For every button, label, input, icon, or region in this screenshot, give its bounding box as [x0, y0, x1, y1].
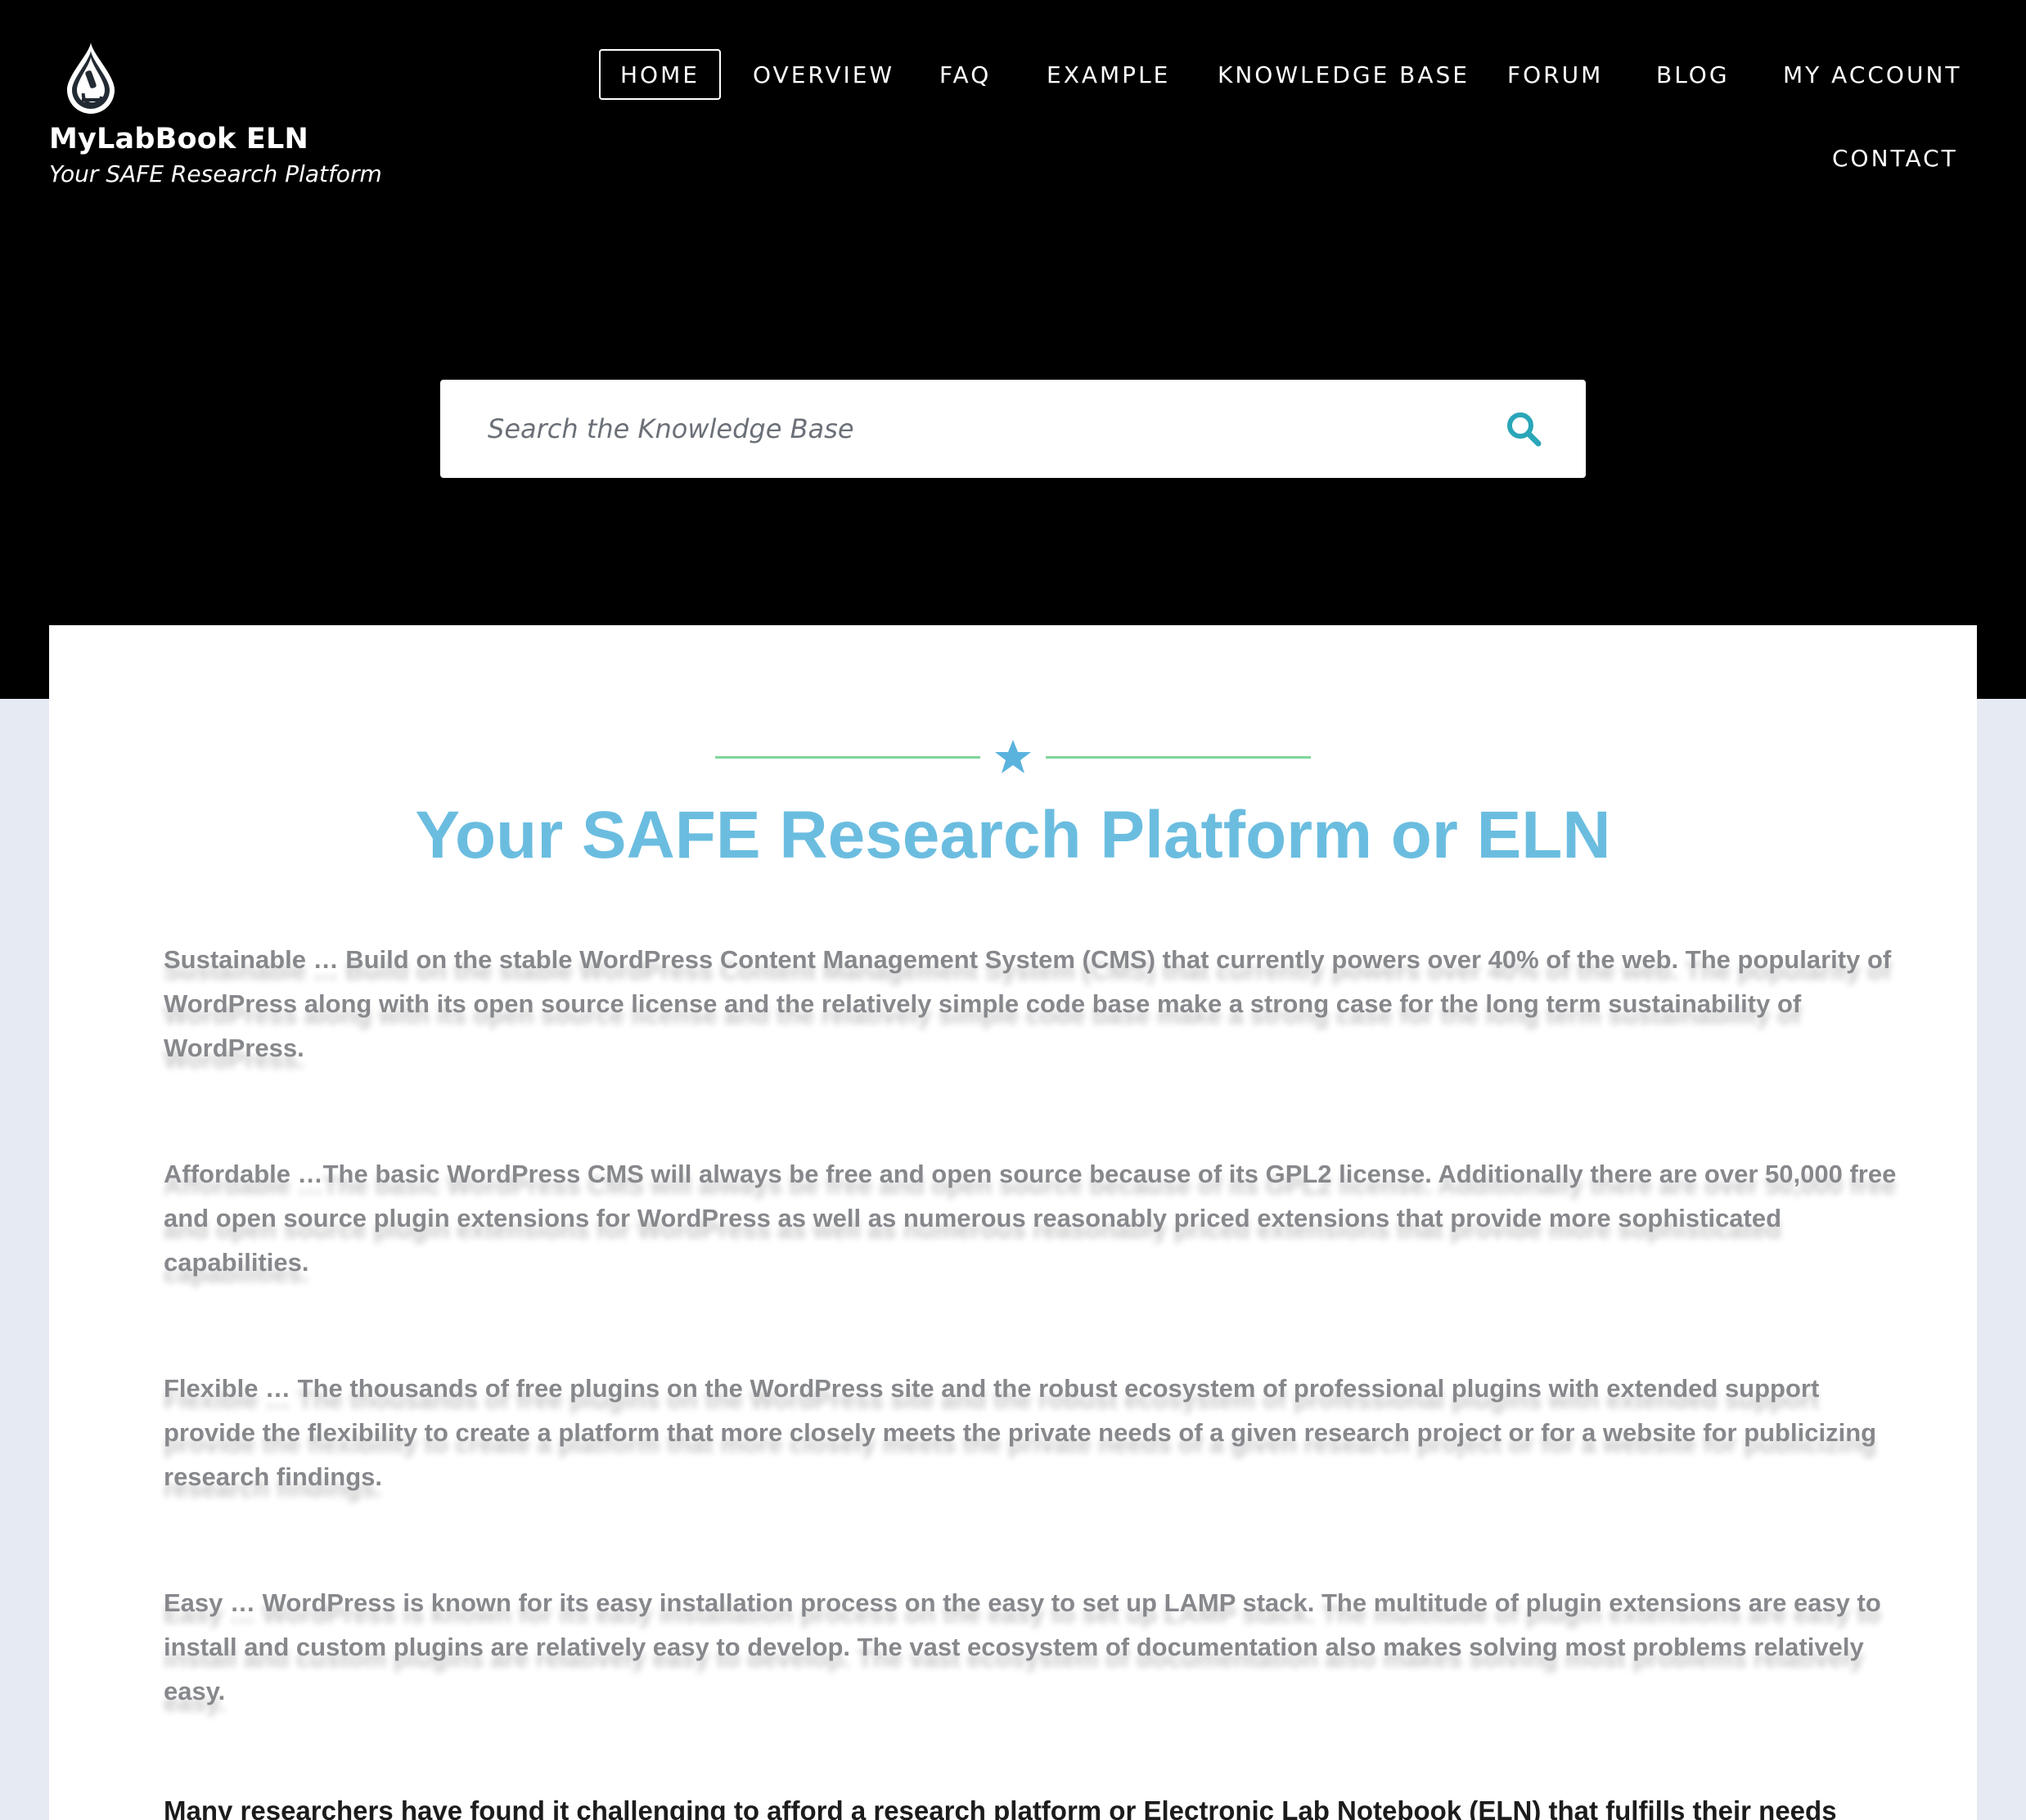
search-icon[interactable] — [1504, 409, 1543, 448]
star-icon — [995, 740, 1031, 773]
site-title[interactable]: MyLabBook ELN — [49, 123, 308, 155]
site-header: MyLabBook ELN Your SAFE Research Platfor… — [0, 0, 2026, 699]
paragraph-sustainable: Sustainable … Build on the stable WordPr… — [164, 945, 1892, 1062]
nav-faq[interactable]: FAQ — [939, 64, 991, 87]
divider-line-right — [1046, 756, 1311, 759]
paragraph-closing: Many researchers have found it challengi… — [164, 1795, 1837, 1820]
paragraph-easy: Easy … WordPress is known for its easy i… — [164, 1588, 1881, 1705]
divider-line-left — [715, 756, 980, 759]
paragraph-affordable: Affordable …The basic WordPress CMS will… — [164, 1160, 1897, 1277]
nav-my-account[interactable]: MY ACCOUNT — [1783, 64, 1962, 87]
nav-forum[interactable]: FORUM — [1507, 64, 1603, 87]
search-input[interactable] — [488, 408, 1437, 450]
page-title: Your SAFE Research Platform or ELN — [415, 798, 1611, 872]
paragraph-flexible: Flexible … The thousands of free plugins… — [164, 1374, 1877, 1491]
nav-overview[interactable]: OVERVIEW — [753, 64, 894, 87]
nav-home[interactable]: HOME — [599, 49, 721, 100]
nav-blog[interactable]: BLOG — [1656, 64, 1730, 87]
nav-contact[interactable]: CONTACT — [1832, 147, 1958, 170]
nav-knowledge-base[interactable]: KNOWLEDGE BASE — [1218, 64, 1470, 87]
logo-icon[interactable] — [62, 39, 119, 118]
content-card: Your SAFE Research Platform or ELN Susta… — [49, 625, 1977, 1820]
knowledge-base-search — [440, 380, 1586, 478]
site-tagline: Your SAFE Research Platform — [49, 160, 382, 187]
nav-example[interactable]: EXAMPLE — [1047, 64, 1170, 87]
